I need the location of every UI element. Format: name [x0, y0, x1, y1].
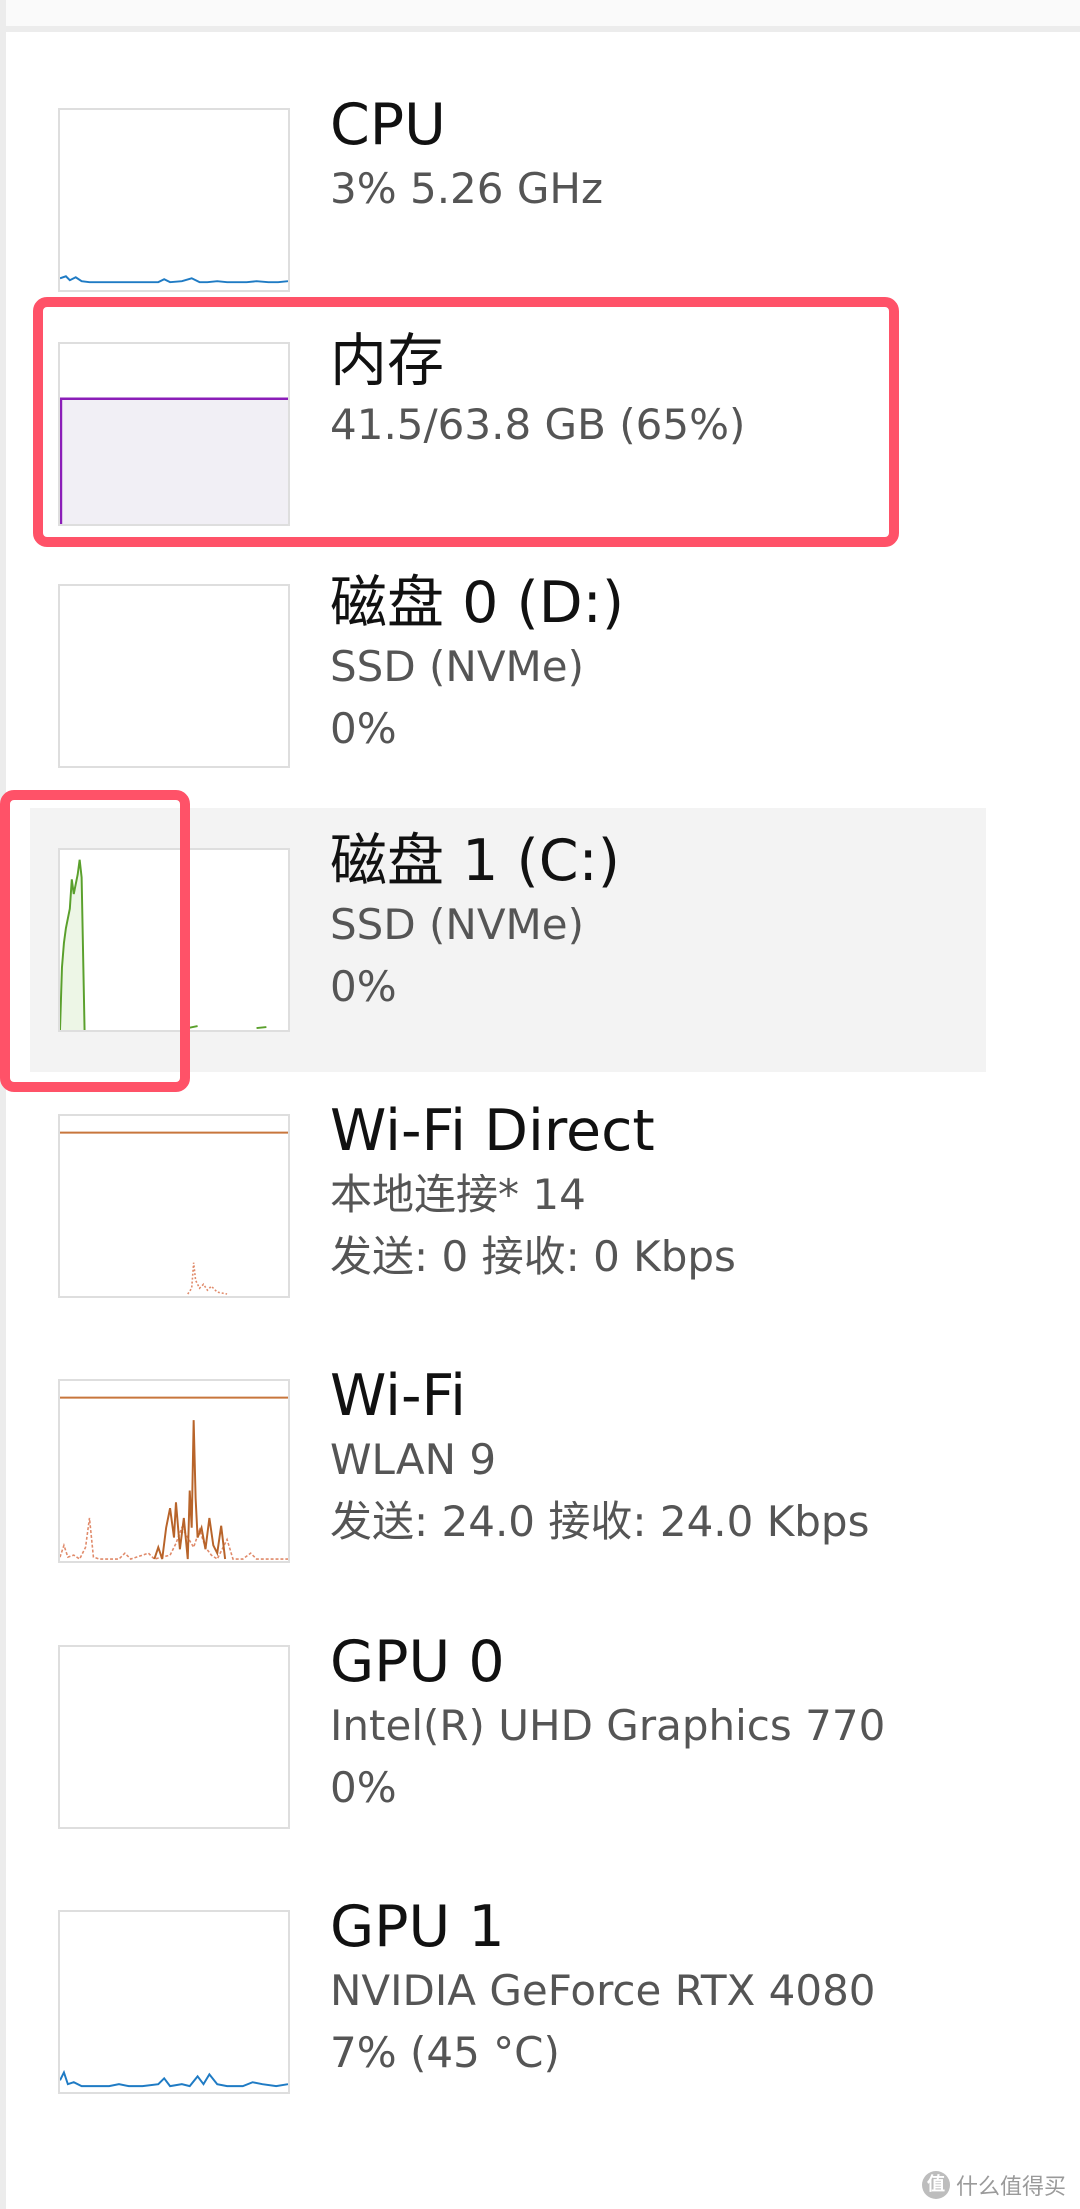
wifi-direct-graph-thumbnail — [58, 1114, 290, 1298]
item-detail: 0% — [330, 704, 397, 753]
perf-item-memory[interactable]: 内存 41.5/63.8 GB (65%) — [30, 312, 986, 552]
watermark-text: 什么值得买 — [955, 2175, 1066, 2200]
cpu-text: CPU 3% 5.26 GHz — [330, 92, 976, 220]
gpu1-text: GPU 1 NVIDIA GeForce RTX 4080 7% (45 °C) — [330, 1894, 976, 2084]
item-detail: 0% — [330, 962, 397, 1011]
disk1-graph-thumbnail — [58, 848, 290, 1032]
disk0-graph — [60, 586, 288, 766]
wifi-direct-text: Wi-Fi Direct 本地连接* 14 发送: 0 接收: 0 Kbps — [330, 1098, 976, 1288]
item-detail: 3% 5.26 GHz — [330, 164, 604, 213]
gpu0-text: GPU 0 Intel(R) UHD Graphics 770 0% — [330, 1629, 976, 1819]
gpu0-graph — [60, 1647, 288, 1827]
disk0-graph-thumbnail — [58, 584, 290, 768]
gpu1-graph-thumbnail — [58, 1910, 290, 2094]
gpu1-graph — [60, 2069, 288, 2088]
wifi-graph-received-line — [153, 1420, 227, 1560]
watermark-logo-icon: 值 — [921, 2171, 950, 2199]
wifi-graph — [60, 1396, 288, 1561]
disk1-graph-line — [60, 859, 267, 1030]
item-detail: WLAN 9 — [330, 1435, 497, 1484]
memory-graph-thumbnail — [58, 342, 290, 526]
perf-item-gpu1[interactable]: GPU 1 NVIDIA GeForce RTX 4080 7% (45 °C) — [30, 1878, 986, 2118]
item-title: Wi-Fi Direct — [330, 1098, 655, 1164]
cpu-graph-thumbnail — [58, 108, 290, 292]
item-detail: 发送: 24.0 接收: 24.0 Kbps — [330, 1497, 870, 1546]
disk0-text: 磁盘 0 (D:) SSD (NVMe) 0% — [330, 570, 976, 760]
perf-item-wifi[interactable]: Wi-Fi WLAN 9 发送: 24.0 接收: 24.0 Kbps — [30, 1347, 986, 1587]
gpu0-graph-thumbnail — [58, 1645, 290, 1829]
item-title: 内存 — [330, 328, 444, 394]
perf-item-disk1[interactable]: 磁盘 1 (C:) SSD (NVMe) 0% — [30, 808, 986, 1072]
cpu-graph-line — [60, 275, 288, 284]
disk1-text: 磁盘 1 (C:) SSD (NVMe) 0% — [330, 828, 976, 1018]
wifi-text: Wi-Fi WLAN 9 发送: 24.0 接收: 24.0 Kbps — [330, 1363, 976, 1553]
item-title: CPU — [330, 92, 446, 158]
wifi-direct-graph-line — [187, 1262, 228, 1295]
item-title: GPU 1 — [330, 1894, 505, 1960]
memory-graph-fill — [60, 398, 288, 524]
item-detail: 发送: 0 接收: 0 Kbps — [330, 1232, 736, 1281]
item-title: 磁盘 1 (C:) — [330, 828, 620, 894]
item-detail: NVIDIA GeForce RTX 4080 — [330, 1966, 876, 2015]
memory-graph — [60, 397, 288, 524]
gpu1-graph-line — [60, 2069, 288, 2088]
memory-text: 内存 41.5/63.8 GB (65%) — [330, 328, 976, 456]
item-detail: Intel(R) UHD Graphics 770 — [330, 1701, 886, 1750]
item-title: GPU 0 — [330, 1629, 505, 1695]
item-detail: 7% (45 °C) — [330, 2028, 560, 2077]
item-detail: SSD (NVMe) — [330, 900, 585, 949]
wifi-direct-graph — [60, 1131, 288, 1295]
item-detail: 41.5/63.8 GB (65%) — [330, 400, 746, 449]
performance-list: CPU 3% 5.26 GHz 内存 41.5/63.8 GB (65%) 磁盘… — [0, 0, 1080, 2209]
watermark: 值 什么值得买 — [921, 2169, 1066, 2201]
perf-item-cpu[interactable]: CPU 3% 5.26 GHz — [30, 76, 986, 316]
perf-item-disk0[interactable]: 磁盘 0 (D:) SSD (NVMe) 0% — [30, 552, 986, 792]
cpu-graph — [60, 275, 288, 284]
item-detail: 0% — [330, 1763, 397, 1812]
perf-item-wifi-direct[interactable]: Wi-Fi Direct 本地连接* 14 发送: 0 接收: 0 Kbps — [30, 1082, 986, 1322]
wifi-graph-thumbnail — [58, 1379, 290, 1563]
item-detail: 本地连接* 14 — [330, 1170, 586, 1219]
item-detail: SSD (NVMe) — [330, 642, 585, 691]
perf-item-gpu0[interactable]: GPU 0 Intel(R) UHD Graphics 770 0% — [30, 1613, 986, 1853]
item-title: Wi-Fi — [330, 1363, 466, 1429]
item-title: 磁盘 0 (D:) — [330, 570, 625, 636]
disk1-graph — [60, 859, 267, 1030]
